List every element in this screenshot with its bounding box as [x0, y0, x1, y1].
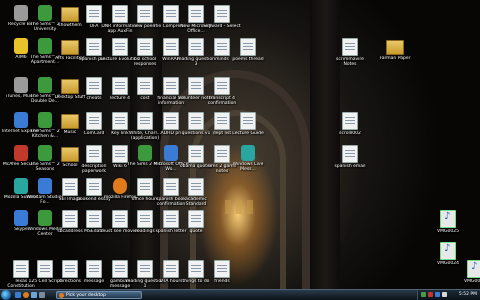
- document-icon: [342, 112, 358, 130]
- quicklaunch-show-desktop-icon[interactable]: [31, 292, 37, 298]
- start-button[interactable]: [1, 290, 11, 300]
- firefox-icon: [59, 293, 64, 298]
- document-icon: [214, 5, 230, 23]
- desktop-icon-label: Lecture Guide: [232, 131, 264, 136]
- media-file-icon: [440, 242, 456, 260]
- desktop-icon[interactable]: scrimmavire Notes: [330, 36, 370, 74]
- desktop-icon[interactable]: spanish email: [330, 143, 370, 181]
- folder-icon: [386, 40, 404, 55]
- network-icon[interactable]: [421, 292, 426, 297]
- quicklaunch-ie-icon[interactable]: [15, 292, 21, 298]
- mcafee-icon[interactable]: [428, 292, 433, 297]
- wallpaper-window: [236, 200, 242, 214]
- document-icon: [342, 38, 358, 56]
- desktop-icon-label: scrimmavire Notes: [336, 57, 364, 67]
- desktop-icon-label: spanish email: [334, 164, 366, 169]
- desktop-icon-label: VMG0025: [464, 279, 480, 284]
- skype-icon[interactable]: [435, 292, 440, 297]
- desktop-icon-label: Windows Live Mess...: [232, 162, 264, 172]
- document-icon: [342, 145, 358, 163]
- desktop-icon-label: transcript 4 confirmation: [207, 96, 237, 106]
- desktop-icon[interactable]: friends: [202, 258, 242, 289]
- application-icon: [138, 145, 152, 161]
- desktop-icon[interactable]: poems thread: [228, 36, 268, 74]
- desktop-icon-label: Farman Paper: [379, 56, 411, 61]
- document-icon: [214, 77, 230, 95]
- desktop-icon-label: VMG0025: [437, 229, 459, 234]
- desktop-icon-label: Skyward - Select: [203, 24, 241, 29]
- document-icon: [214, 260, 230, 278]
- quicklaunch-switch-windows-icon[interactable]: [39, 292, 45, 298]
- taskbar-window-button[interactable]: Pick your desktop: [56, 291, 142, 299]
- wallpaper-window: [247, 200, 253, 214]
- document-icon: [188, 210, 204, 228]
- taskbar: Pick your desktop 5:52 PM: [0, 289, 480, 300]
- desktop-icon-label: friends: [214, 279, 230, 284]
- desktop-icon[interactable]: VMG0025: [455, 258, 480, 289]
- taskbar-window-title: Pick your desktop: [66, 293, 106, 298]
- desktop-icon[interactable]: transcript 4 confirmation: [202, 75, 242, 113]
- clock[interactable]: 5:52 PM: [459, 291, 477, 299]
- desktop-icon-label: scrolll002: [339, 131, 361, 136]
- volume-icon[interactable]: [442, 292, 447, 297]
- desktop-icon-label: quote: [189, 229, 203, 234]
- system-tray: 5:52 PM: [417, 290, 480, 300]
- desktop-icon[interactable]: quote: [176, 208, 216, 246]
- document-icon: [240, 112, 256, 130]
- document-icon: [188, 178, 204, 196]
- media-file-icon: [467, 260, 480, 278]
- desktop-icon[interactable]: Windows Live Mess...: [228, 143, 268, 181]
- desktop: Recycle Bin The Sims™ 2 University showthe…: [0, 0, 480, 289]
- document-icon: [240, 38, 256, 56]
- desktop-icon[interactable]: Farman Paper: [375, 36, 415, 74]
- desktop-icon-label: academic Standard: [185, 197, 207, 207]
- application-icon: [241, 145, 255, 161]
- wallpaper-window: [225, 200, 231, 214]
- media-file-icon: [440, 210, 456, 228]
- desktop-icon-label: poems thread: [232, 57, 264, 62]
- quicklaunch-firefox-icon[interactable]: [23, 292, 29, 298]
